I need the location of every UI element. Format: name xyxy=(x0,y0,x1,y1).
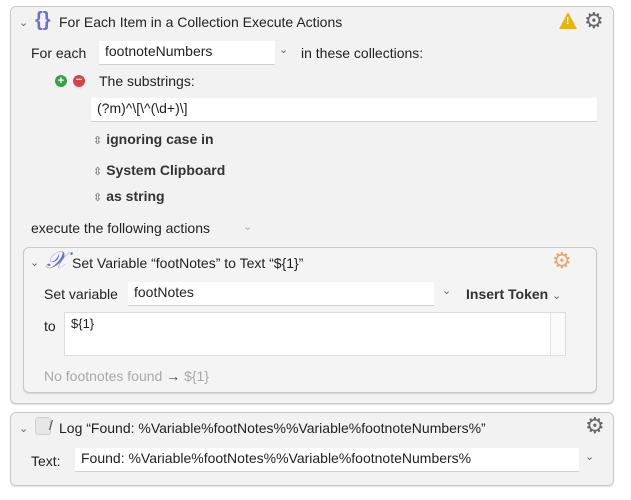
action-note: No footnotes found → ${1} xyxy=(44,368,210,384)
substrings-label: The substrings: xyxy=(99,73,195,89)
log-action-panel: ⌄ / Log “Found: %Variable%footNotes%%Var… xyxy=(10,412,614,486)
source-option-popup[interactable]: ⇳ System Clipboard xyxy=(93,162,225,178)
action-title: For Each Item in a Collection Execute Ac… xyxy=(59,14,343,30)
set-variable-label: Set variable xyxy=(44,286,118,302)
braces-icon: {} xyxy=(35,9,51,31)
set-variable-action-panel: ⌄ 𝒳 Set Variable “footNotes” to Text “${… xyxy=(23,246,597,393)
execute-menu-chevron-icon[interactable]: ⌄ xyxy=(243,220,252,233)
in-collections-label: in these collections: xyxy=(301,45,424,61)
gear-icon[interactable]: ⚙ xyxy=(552,248,572,274)
for-each-label: For each xyxy=(31,45,87,61)
log-text-field[interactable]: Found: %Variable%footNotes%%Variable%foo… xyxy=(75,448,579,472)
stepper-icon: ⇳ xyxy=(93,166,103,178)
to-label: to xyxy=(44,318,56,334)
text-label: Text: xyxy=(31,453,61,469)
text-area-scrollbar[interactable] xyxy=(550,313,565,355)
stepper-icon: ⇳ xyxy=(93,135,103,147)
format-option-popup[interactable]: ⇳ as string xyxy=(93,188,165,204)
action-title: Log “Found: %Variable%footNotes%%Variabl… xyxy=(59,420,486,436)
stepper-icon: ⇳ xyxy=(93,192,103,204)
regex-field[interactable]: (?m)^\[\^(\d+)\] xyxy=(91,98,597,122)
insert-token-button[interactable]: Insert Token ⌄ xyxy=(466,286,561,302)
log-pen-mark: / xyxy=(49,417,53,433)
variable-dropdown-icon[interactable]: ⌄ xyxy=(442,284,451,297)
case-option-popup[interactable]: ⇳ ignoring case in xyxy=(93,131,214,147)
gear-icon[interactable]: ⚙ xyxy=(585,413,605,439)
variable-x-icon: 𝒳 xyxy=(46,246,67,274)
for-each-action-panel: ⌄ {} For Each Item in a Collection Execu… xyxy=(10,6,614,404)
add-collection-button[interactable]: + xyxy=(55,75,67,87)
for-each-variable-field[interactable]: footnoteNumbers xyxy=(99,41,275,65)
collapse-chevron-icon[interactable]: ⌄ xyxy=(19,422,28,435)
gear-clock-icon[interactable]: ⚙ xyxy=(584,8,604,34)
chevron-down-icon: ⌄ xyxy=(552,290,562,302)
action-title: Set Variable “footNotes” to Text “${1}” xyxy=(72,255,304,271)
collapse-chevron-icon[interactable]: ⌄ xyxy=(19,16,28,29)
collapse-chevron-icon[interactable]: ⌄ xyxy=(30,256,39,269)
variable-dropdown-icon[interactable]: ⌄ xyxy=(279,43,288,56)
warning-mark: ! xyxy=(566,16,570,27)
execute-label: execute the following actions xyxy=(31,220,210,236)
token-dropdown-icon[interactable]: ⌄ xyxy=(585,450,594,463)
remove-collection-button[interactable]: − xyxy=(73,75,85,87)
text-value-area[interactable]: ${1} xyxy=(64,312,566,356)
variable-name-field[interactable]: footNotes xyxy=(128,282,434,306)
